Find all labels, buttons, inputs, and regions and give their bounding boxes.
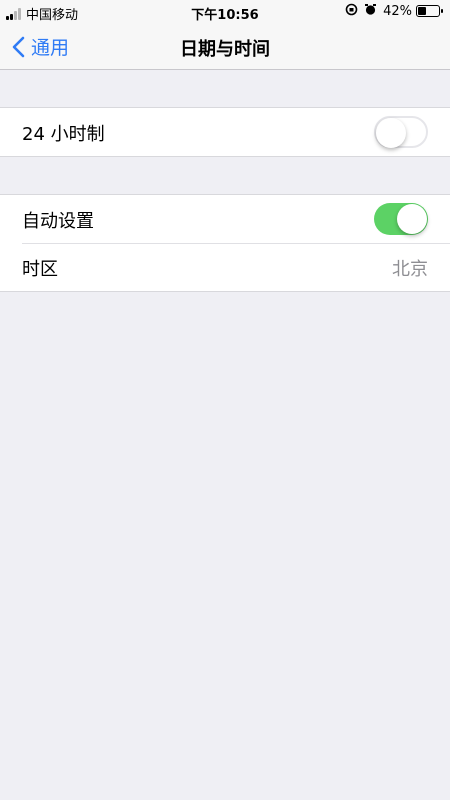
- battery-fill: [418, 7, 426, 15]
- auto-set-row: 自动设置: [0, 195, 450, 243]
- auto-set-toggle[interactable]: [374, 203, 428, 235]
- orientation-lock-icon: [345, 3, 358, 19]
- status-bar: 中国移动 下午10:56 42%: [0, 0, 450, 24]
- page-title: 日期与时间: [180, 39, 270, 60]
- status-bar-right: 42%: [345, 3, 443, 19]
- alarm-icon: [364, 3, 377, 19]
- hour24-toggle[interactable]: [374, 116, 428, 148]
- hour24-row: 24 小时制: [0, 108, 450, 156]
- time-format-group: 24 小时制: [0, 107, 450, 157]
- auto-set-label: 自动设置: [22, 211, 94, 232]
- time-settings-group: 自动设置 时区 北京: [0, 194, 450, 292]
- timezone-value: 北京: [392, 259, 428, 280]
- battery-percent: 42%: [383, 3, 412, 19]
- battery-icon: [416, 5, 443, 17]
- navigation-bar: 通用 日期与时间: [0, 24, 450, 70]
- toggle-knob: [376, 118, 406, 148]
- timezone-label: 时区: [22, 259, 58, 280]
- timezone-row[interactable]: 时区 北京: [0, 243, 450, 291]
- toggle-knob: [397, 204, 427, 234]
- hour24-label: 24 小时制: [22, 124, 105, 145]
